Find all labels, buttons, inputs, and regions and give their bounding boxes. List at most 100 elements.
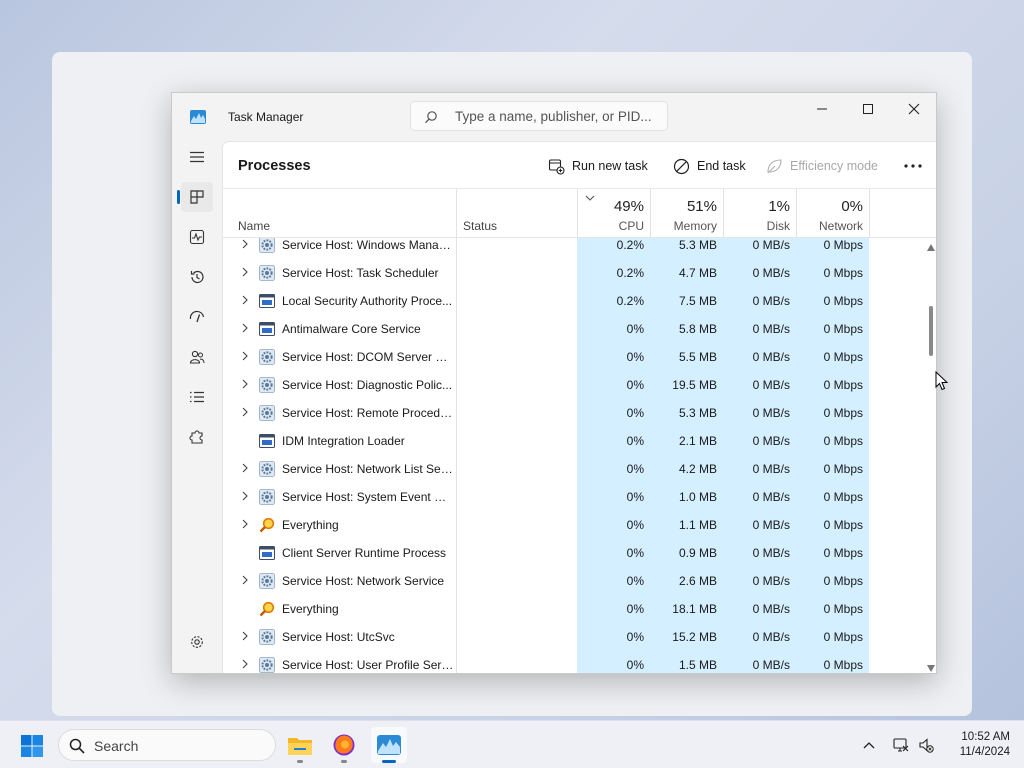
nav-settings[interactable] (181, 627, 213, 657)
process-search-box[interactable] (410, 101, 668, 131)
show-hidden-icons-chevron-icon[interactable] (861, 737, 877, 753)
table-row[interactable]: Service Host: UtcSvc 0% 15.2 MB 0 MB/s 0 Mbp… (223, 623, 936, 651)
running-indicator (297, 760, 303, 763)
run-new-task-button[interactable]: Run new task (548, 156, 648, 176)
cpu-value: 0% (626, 462, 644, 476)
gear-icon (259, 657, 275, 673)
network-status-icon[interactable] (893, 737, 909, 753)
window-title: Task Manager (228, 110, 304, 124)
expand-chevron-icon[interactable] (241, 519, 249, 529)
column-header-network[interactable]: 0% Network (796, 189, 869, 238)
efficiency-mode-button[interactable]: Efficiency mode (766, 156, 878, 176)
expand-chevron-icon[interactable] (241, 295, 249, 305)
taskbar-search-box[interactable]: Search (58, 729, 276, 761)
table-row[interactable]: Service Host: Remote Procedu... 0% 5.3 MB 0… (223, 399, 936, 427)
column-separator[interactable] (869, 189, 870, 238)
cpu-value: 0% (626, 378, 644, 392)
table-row[interactable]: Everything 0% 18.1 MB 0 MB/s 0 Mbps (223, 595, 936, 623)
disk-value: 0 MB/s (752, 406, 790, 420)
expand-chevron-icon[interactable] (241, 407, 249, 417)
scroll-up-arrow-icon[interactable] (927, 244, 935, 251)
table-row[interactable]: Local Security Authority Proce... 0.2% 7.5… (223, 287, 936, 315)
column-header-memory[interactable]: 51% Memory (650, 189, 723, 238)
table-row[interactable]: Service Host: Network Service 0% 2.6 MB 0 M… (223, 567, 936, 595)
table-row[interactable]: Everything 0% 1.1 MB 0 MB/s 0 Mbps (223, 511, 936, 539)
memory-value: 0.9 MB (678, 546, 717, 560)
disk-value: 0 MB/s (752, 602, 790, 616)
maximize-button[interactable] (845, 93, 891, 125)
column-header-status[interactable]: Status (463, 219, 497, 233)
expand-chevron-icon[interactable] (241, 323, 249, 333)
taskbar-task-manager[interactable] (371, 727, 407, 763)
more-options-icon[interactable] (901, 156, 925, 176)
minimize-icon (817, 108, 827, 110)
cpu-value: 0% (626, 518, 644, 532)
expand-chevron-icon[interactable] (241, 351, 249, 361)
nav-app-history[interactable] (181, 262, 213, 292)
memory-value: 5.3 MB (678, 238, 717, 252)
memory-value: 18.1 MB (672, 602, 717, 616)
taskbar-firefox[interactable] (326, 727, 362, 763)
expand-chevron-icon[interactable] (241, 463, 249, 473)
scroll-down-arrow-icon[interactable] (927, 665, 935, 672)
column-header-cpu[interactable]: 49% CPU (577, 189, 650, 238)
expand-chevron-icon[interactable] (241, 575, 249, 585)
process-search-input[interactable] (455, 107, 660, 125)
cpu-value: 0% (626, 602, 644, 616)
nav-processes[interactable] (177, 182, 213, 212)
taskbar-file-explorer[interactable] (282, 727, 318, 763)
cpu-value: 0% (626, 630, 644, 644)
network-value: 0 Mbps (823, 462, 863, 476)
expand-chevron-icon[interactable] (241, 239, 249, 249)
end-task-button[interactable]: End task (673, 156, 746, 176)
expand-chevron-icon[interactable] (241, 659, 249, 669)
nav-details[interactable] (181, 382, 213, 412)
nav-performance[interactable] (181, 222, 213, 252)
table-row[interactable]: Antimalware Core Service 0% 5.8 MB 0 MB/s 0 … (223, 315, 936, 343)
processes-icon (190, 190, 204, 204)
process-name: Client Server Runtime Process (282, 546, 447, 560)
close-button[interactable] (891, 93, 936, 125)
expand-chevron-icon[interactable] (241, 491, 249, 501)
taskbar-search-label: Search (94, 738, 139, 754)
column-separator[interactable] (456, 189, 457, 238)
network-value: 0 Mbps (823, 574, 863, 588)
table-row[interactable]: Service Host: DCOM Server Pr... 0% 5.5 MB 0… (223, 343, 936, 371)
disk-total-percent: 1% (768, 198, 790, 215)
expand-chevron-icon[interactable] (241, 267, 249, 277)
process-name: Service Host: Remote Procedu... (282, 406, 454, 420)
leaf-icon (767, 158, 782, 173)
memory-value: 5.8 MB (678, 322, 717, 336)
table-row[interactable]: IDM Integration Loader 0% 2.1 MB 0 MB/s 0 Mb… (223, 427, 936, 455)
table-row[interactable]: Service Host: System Event No... 0% 1.0 MB… (223, 483, 936, 511)
table-row[interactable]: Service Host: Task Scheduler 0.2% 4.7 MB 0 … (223, 259, 936, 287)
windows-start-icon[interactable] (20, 734, 44, 758)
hamburger-menu-button[interactable] (181, 142, 213, 172)
volume-muted-icon[interactable] (918, 737, 934, 753)
users-icon (189, 350, 205, 364)
table-row[interactable]: Service Host: Windows Manag... 0.2% 5.3 MB… (223, 238, 936, 259)
column-header-disk[interactable]: 1% Disk (723, 189, 796, 238)
cpu-value: 0% (626, 322, 644, 336)
scrollbar-thumb[interactable] (929, 306, 933, 356)
disk-value: 0 MB/s (752, 658, 790, 672)
disk-column-label: Disk (766, 219, 790, 233)
table-row[interactable]: Client Server Runtime Process 0% 0.9 MB 0 M… (223, 539, 936, 567)
process-name: Service Host: System Event No... (282, 490, 454, 504)
expand-chevron-icon[interactable] (241, 631, 249, 641)
nav-users[interactable] (181, 342, 213, 372)
task-manager-app-icon (190, 110, 206, 124)
title-bar[interactable]: Task Manager (172, 93, 936, 141)
nav-startup-apps[interactable] (181, 302, 213, 332)
table-row[interactable]: Service Host: Network List Ser... 0% 4.2 M… (223, 455, 936, 483)
expand-chevron-icon[interactable] (241, 379, 249, 389)
table-row[interactable]: Service Host: User Profile Servi... 0% 1.5… (223, 651, 936, 673)
minimize-button[interactable] (799, 93, 845, 125)
system-clock[interactable]: 10:52 AM 11/4/2024 (944, 730, 1010, 760)
vertical-scrollbar[interactable] (924, 238, 936, 673)
disk-value: 0 MB/s (752, 266, 790, 280)
table-row[interactable]: Service Host: Diagnostic Polic... 0% 19.5 … (223, 371, 936, 399)
active-nav-indicator (177, 190, 180, 204)
nav-services[interactable] (181, 422, 213, 452)
column-header-name[interactable]: Name (238, 219, 270, 233)
